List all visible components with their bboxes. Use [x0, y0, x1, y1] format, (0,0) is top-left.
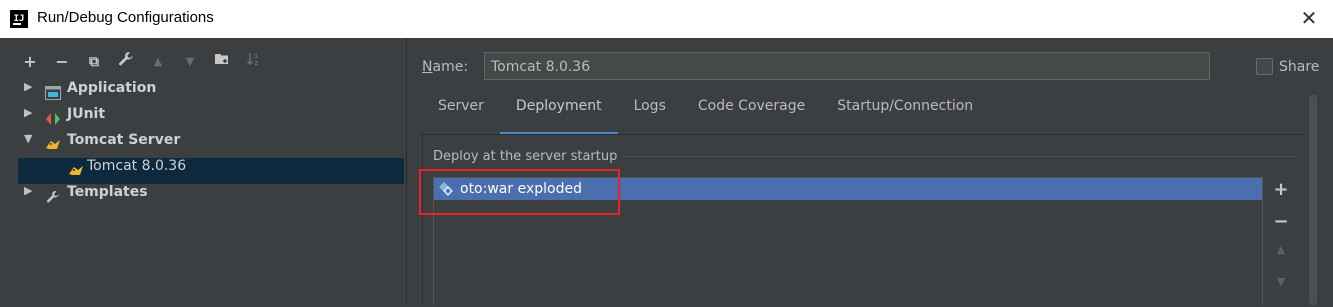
- share-label: Share: [1279, 58, 1320, 75]
- name-label-rest: ame:: [432, 59, 469, 75]
- tree-item-tomcat-server[interactable]: ▼ Tomcat Server: [18, 132, 404, 158]
- tab-logs[interactable]: Logs: [618, 98, 682, 132]
- junit-icon: [45, 112, 61, 126]
- tomcat-icon: [45, 138, 61, 152]
- expand-arrow-icon[interactable]: ▶: [24, 80, 36, 93]
- tab-code-coverage[interactable]: Code Coverage: [682, 98, 821, 132]
- group-separator: [623, 156, 1295, 157]
- scrollbar-thumb[interactable]: [1309, 95, 1317, 305]
- collapse-arrow-icon[interactable]: ▼: [24, 132, 36, 145]
- configurations-tree: ▶ Application ▶ JUnit ▼ Tomcat Server To…: [18, 80, 404, 210]
- sidebar-toolbar: + − ⧉ ▲ ▼ 12: [18, 50, 266, 74]
- close-icon[interactable]: ✕: [1297, 6, 1321, 30]
- tree-item-label: Application: [67, 80, 157, 96]
- wrench-icon[interactable]: [114, 50, 138, 74]
- configurations-sidebar: + − ⧉ ▲ ▼ 12 ▶ Application ▶ JUnit ▼ Tom…: [0, 38, 406, 305]
- svg-text:1: 1: [254, 53, 258, 60]
- deployment-panel: Deploy at the server startup oto:war exp…: [422, 135, 1305, 307]
- tree-item-label: Tomcat Server: [67, 132, 181, 148]
- move-down-icon[interactable]: ▼: [1267, 275, 1295, 307]
- tree-item-label: JUnit: [67, 106, 106, 122]
- new-folder-icon[interactable]: [210, 50, 234, 74]
- remove-icon[interactable]: −: [50, 50, 74, 74]
- tab-deployment[interactable]: Deployment: [499, 98, 618, 135]
- tree-item-label: Templates: [67, 184, 148, 200]
- list-side-toolbar: + − ▲ ▼: [1267, 179, 1295, 307]
- tree-item-application[interactable]: ▶ Application: [18, 80, 404, 106]
- svg-text:2: 2: [254, 60, 258, 67]
- move-up-icon[interactable]: ▲: [1267, 243, 1295, 275]
- checkbox-box[interactable]: [1256, 58, 1273, 75]
- add-icon[interactable]: +: [1267, 179, 1295, 211]
- name-field[interactable]: Tomcat 8.0.36: [484, 52, 1210, 80]
- title-bar: IJ Run/Debug Configurations ✕: [0, 0, 1333, 39]
- tree-item-junit[interactable]: ▶ JUnit: [18, 106, 404, 132]
- name-label: Name:: [422, 59, 468, 75]
- share-checkbox[interactable]: Share: [1256, 58, 1319, 75]
- vertical-scrollbar[interactable]: [1307, 95, 1319, 305]
- tree-item-templates[interactable]: ▶ Templates: [18, 184, 404, 210]
- sort-icon[interactable]: 12: [242, 50, 266, 74]
- add-icon[interactable]: +: [18, 50, 42, 74]
- expand-arrow-icon[interactable]: ▶: [24, 184, 36, 197]
- tree-item-label: Tomcat 8.0.36: [87, 158, 187, 174]
- wrench-icon: [45, 190, 61, 204]
- tomcat-icon: [68, 164, 84, 178]
- tab-server[interactable]: Server: [422, 98, 500, 132]
- tab-bar: Server Deployment Logs Code Coverage Sta…: [422, 98, 989, 135]
- tab-startup-connection[interactable]: Startup/Connection: [821, 98, 989, 132]
- copy-icon[interactable]: ⧉: [82, 50, 106, 74]
- name-label-mnemonic: N: [422, 59, 433, 75]
- application-icon: [45, 86, 61, 100]
- window-title: Run/Debug Configurations: [37, 9, 214, 26]
- intellij-app-icon: IJ: [10, 10, 28, 28]
- tree-item-tomcat-8-0-36[interactable]: Tomcat 8.0.36: [18, 158, 404, 184]
- remove-icon[interactable]: −: [1267, 211, 1295, 243]
- group-title: Deploy at the server startup: [433, 149, 618, 164]
- move-down-icon[interactable]: ▼: [178, 50, 202, 74]
- annotation-highlight-box: [419, 169, 620, 215]
- expand-arrow-icon[interactable]: ▶: [24, 106, 36, 119]
- move-up-icon[interactable]: ▲: [146, 50, 170, 74]
